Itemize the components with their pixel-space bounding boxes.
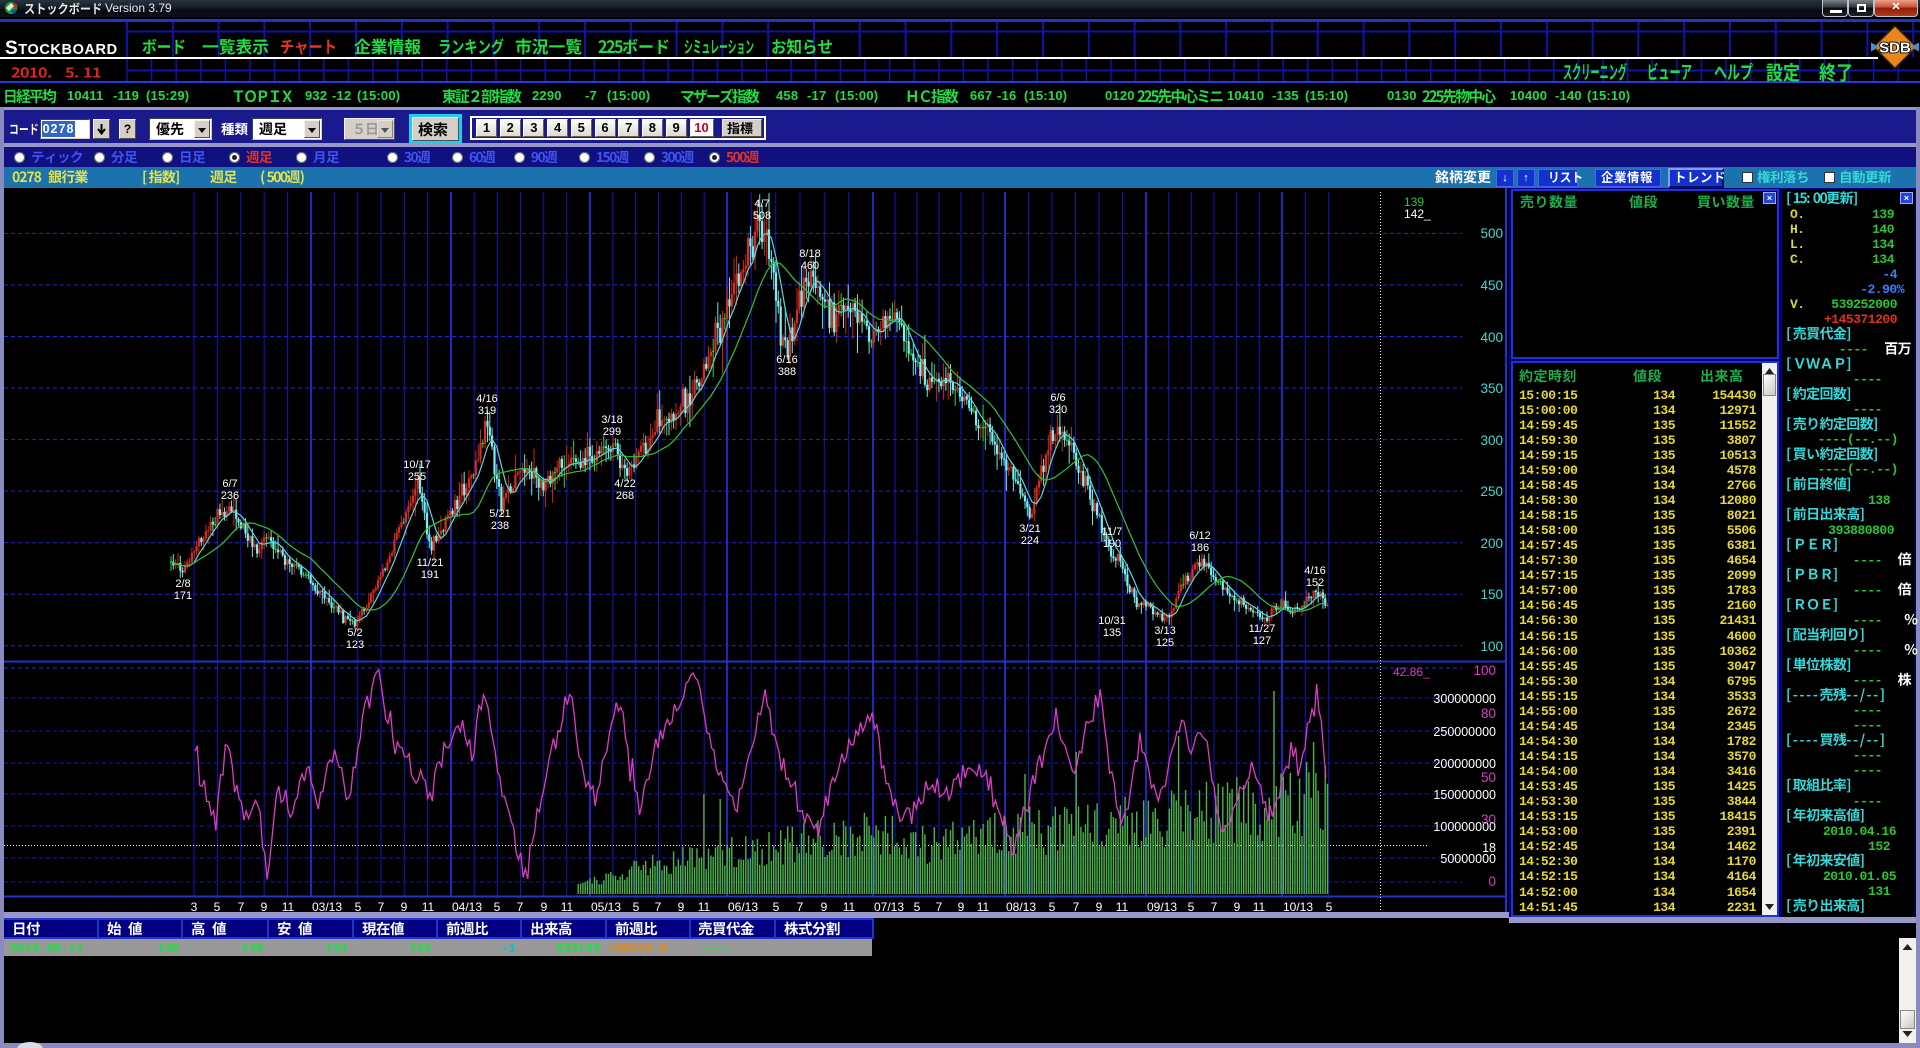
svg-text:388: 388 (778, 366, 796, 378)
svg-text:3/21: 3/21 (1019, 523, 1040, 535)
svg-text:3/13: 3/13 (1154, 625, 1175, 637)
svg-text:299: 299 (603, 426, 621, 438)
svg-text:350: 350 (1480, 381, 1503, 396)
svg-text:5/21: 5/21 (489, 508, 510, 520)
svg-text:11/27: 11/27 (1249, 623, 1276, 635)
svg-text:224: 224 (1021, 535, 1039, 547)
svg-text:171: 171 (174, 590, 192, 602)
svg-text:6/12: 6/12 (1189, 530, 1210, 542)
svg-text:508: 508 (753, 210, 771, 222)
svg-text:100: 100 (1480, 639, 1503, 654)
svg-text:4/22: 4/22 (614, 478, 635, 490)
svg-text:0: 0 (1488, 874, 1496, 889)
svg-text:150: 150 (1480, 587, 1503, 602)
svg-text:30: 30 (1481, 812, 1496, 827)
svg-text:5/2: 5/2 (347, 627, 362, 639)
svg-text:300000000: 300000000 (1433, 692, 1496, 706)
svg-text:191: 191 (421, 569, 439, 581)
svg-text:127: 127 (1253, 635, 1271, 647)
svg-text:400: 400 (1480, 330, 1503, 345)
svg-text:500: 500 (1480, 226, 1503, 241)
svg-text:4/16: 4/16 (1304, 565, 1325, 577)
svg-text:10/17: 10/17 (403, 459, 431, 471)
svg-text:6/6: 6/6 (1050, 392, 1065, 404)
svg-text:125: 125 (1156, 637, 1174, 649)
svg-text:300: 300 (1480, 433, 1503, 448)
svg-text:190: 190 (1103, 538, 1121, 550)
svg-text:150000000: 150000000 (1433, 788, 1496, 802)
svg-text:2/8: 2/8 (175, 578, 190, 590)
svg-text:100: 100 (1473, 663, 1496, 678)
svg-text:6/16: 6/16 (776, 354, 797, 366)
svg-text:11/21: 11/21 (417, 557, 444, 569)
svg-text:236: 236 (221, 490, 239, 502)
svg-text:18: 18 (1482, 841, 1496, 855)
svg-text:255: 255 (408, 471, 426, 483)
svg-text:250000000: 250000000 (1433, 725, 1496, 739)
svg-text:450: 450 (1480, 278, 1503, 293)
svg-text:186: 186 (1191, 542, 1209, 554)
svg-text:238: 238 (491, 520, 509, 532)
svg-text:123: 123 (346, 639, 364, 651)
svg-text:142_: 142_ (1404, 207, 1431, 221)
svg-text:152: 152 (1306, 577, 1324, 589)
svg-text:50: 50 (1481, 770, 1496, 785)
svg-text:42.86_: 42.86_ (1393, 665, 1430, 679)
svg-text:8/18: 8/18 (799, 248, 820, 260)
svg-text:6/7: 6/7 (222, 478, 237, 490)
svg-text:11/7: 11/7 (1102, 526, 1123, 538)
svg-text:10/31: 10/31 (1098, 615, 1126, 627)
svg-text:460: 460 (801, 260, 819, 272)
svg-text:4/16: 4/16 (476, 393, 497, 405)
svg-text:135: 135 (1103, 627, 1121, 639)
svg-text:200: 200 (1480, 536, 1503, 551)
svg-text:200000000: 200000000 (1433, 757, 1496, 771)
svg-text:319: 319 (478, 405, 496, 417)
svg-text:4/7: 4/7 (754, 198, 769, 210)
svg-text:320: 320 (1049, 404, 1067, 416)
svg-text:268: 268 (616, 490, 634, 502)
svg-text:3/18: 3/18 (601, 414, 622, 426)
svg-text:80: 80 (1481, 706, 1496, 721)
svg-text:250: 250 (1480, 484, 1503, 499)
